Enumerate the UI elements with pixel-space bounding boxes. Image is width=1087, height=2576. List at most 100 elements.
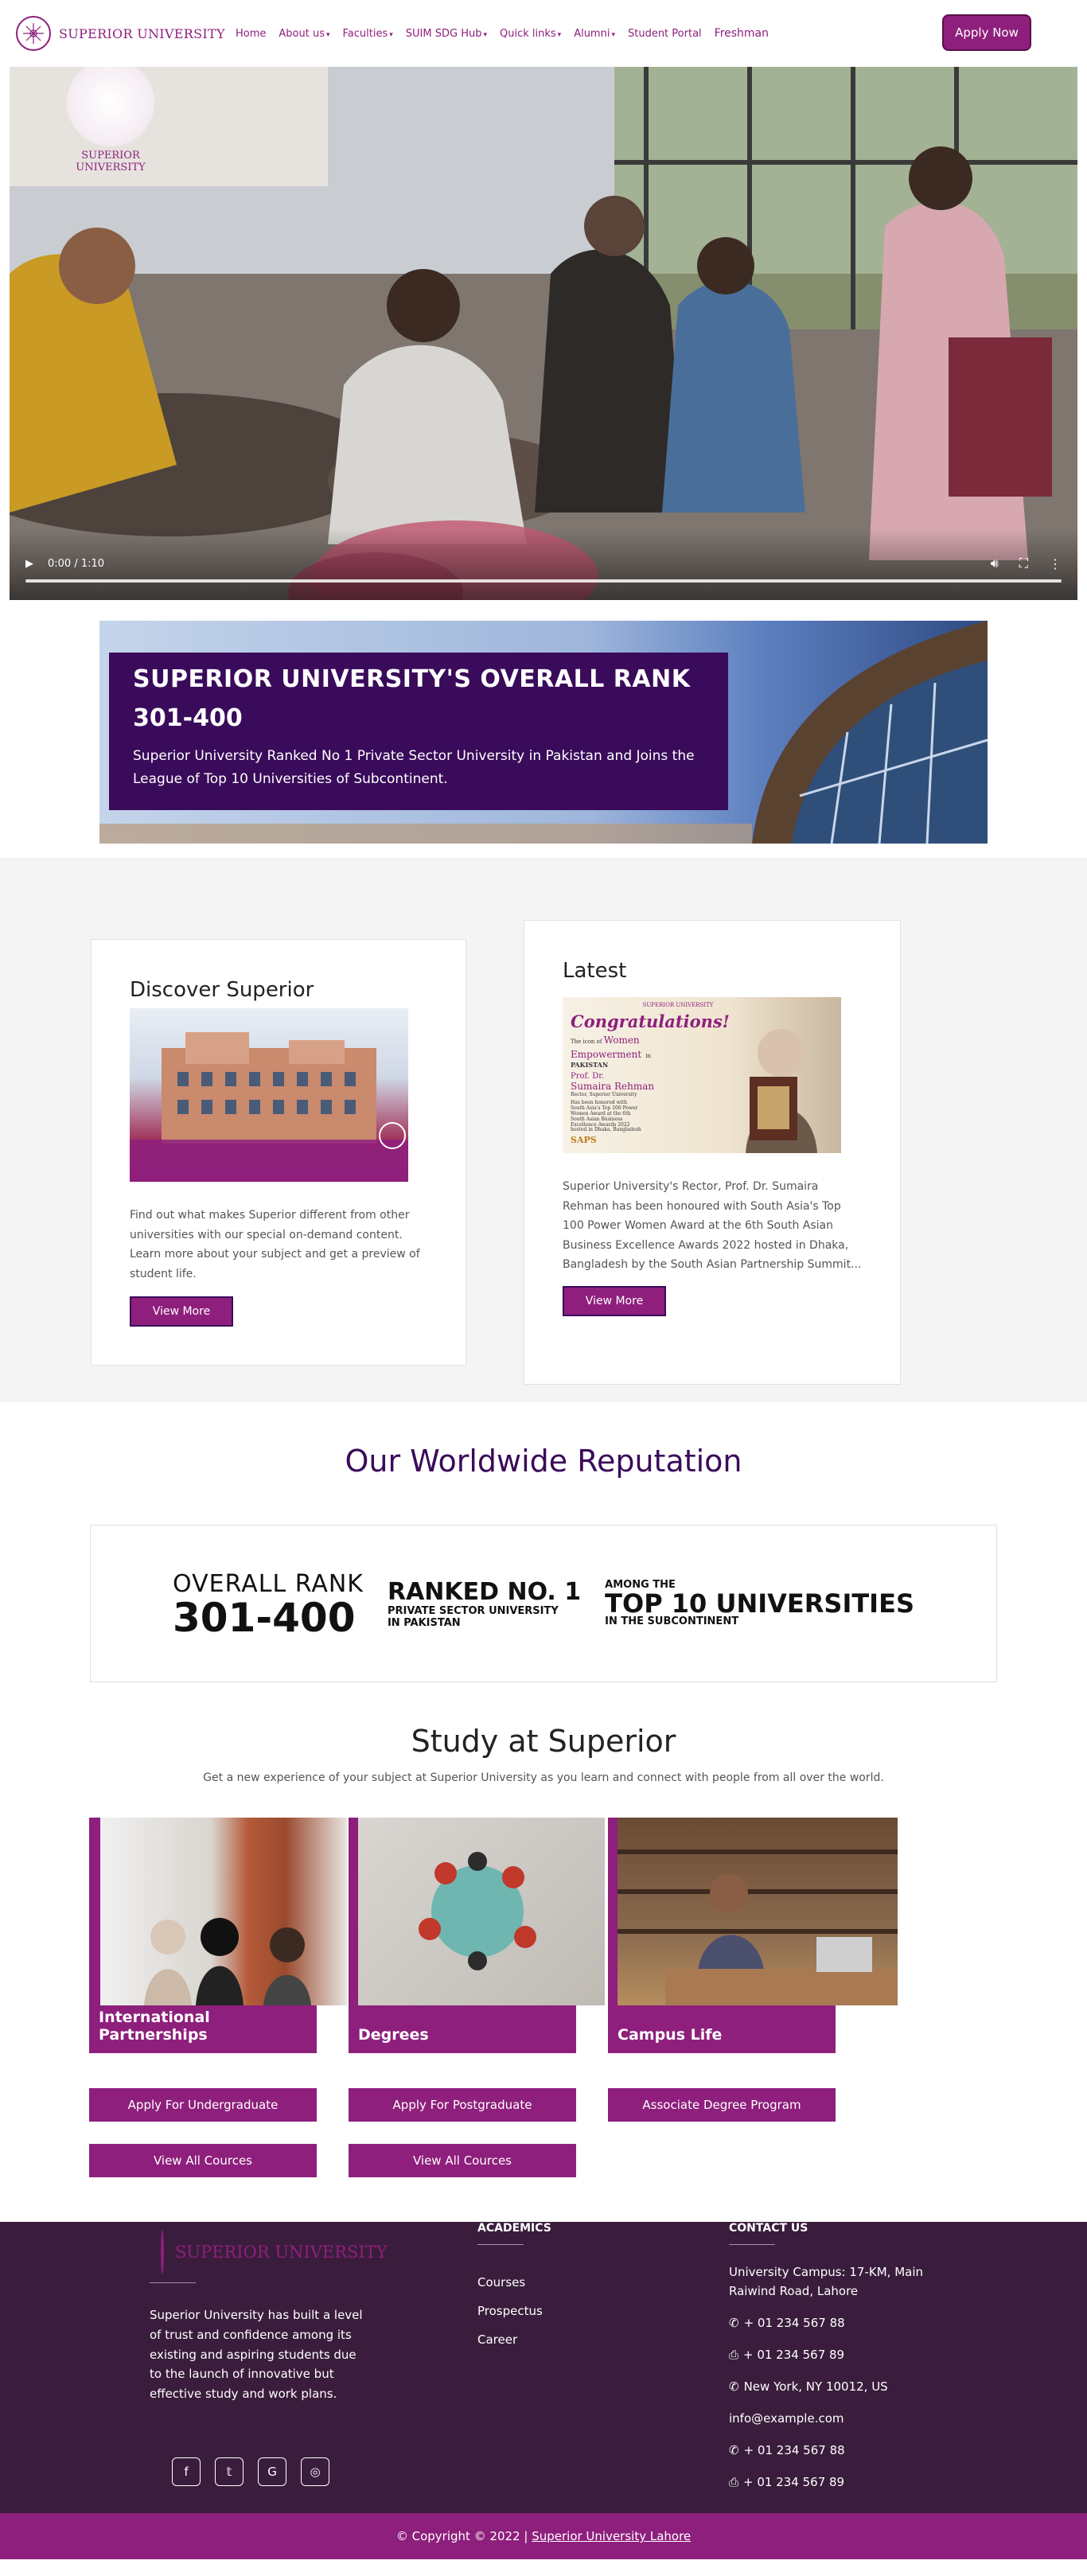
contact-divider <box>729 2244 775 2245</box>
hero-video[interactable]: SUPERIOR UNIVERSITY ▶ 0:00 / 1:10 🔊︎ ⛶ ⋮ <box>10 67 1077 600</box>
study-buttons-row-2: View All Cources View All Cources <box>0 2144 1087 2200</box>
apply-undergraduate-button[interactable]: Apply For Undergraduate <box>89 2088 317 2122</box>
facebook-icon[interactable]: f <box>172 2457 201 2486</box>
study-section: Study at Superior Get a new experience o… <box>0 1724 1087 2200</box>
latest-image-role: Rector, Superior University <box>571 1092 637 1097</box>
view-all-courses-button[interactable]: View All Cources <box>349 2144 576 2177</box>
instagram-icon[interactable]: ◎ <box>301 2457 329 2486</box>
footer-logo-emblem-icon <box>161 2230 164 2274</box>
contact-email[interactable]: info@example.com <box>729 2409 936 2428</box>
latest-image-line5: PAKISTAN <box>571 1061 609 1069</box>
copyright-link[interactable]: Superior University Lahore <box>532 2529 691 2543</box>
nav-home[interactable]: Home <box>229 28 272 40</box>
footer: SUPERIOR UNIVERSITY Superior University … <box>0 2222 1087 2513</box>
latest-image-line4: in <box>645 1053 652 1059</box>
latest-image-saps: SAPS <box>571 1135 597 1146</box>
latest-image-name1: Prof. Dr. <box>571 1072 605 1081</box>
rank-title: SUPERIOR UNIVERSITY'S OVERALL RANK <box>133 665 691 693</box>
latest-image-heading: Congratulations! <box>571 1011 730 1031</box>
rank-section: SUPERIOR UNIVERSITY'S OVERALL RANK 301-4… <box>0 600 1087 858</box>
print-icon: ⎙ <box>729 2475 739 2489</box>
nav-freshman[interactable]: Freshman <box>708 27 775 40</box>
reputation-title: Our Worldwide Reputation <box>345 1444 742 1479</box>
contact-location: ✆ New York, NY 10012, US <box>729 2377 936 2396</box>
contact-phone-1: ✆ + 01 234 567 88 <box>729 2313 936 2332</box>
discover-card: Discover Superior Find out what makes Su… <box>91 939 466 1366</box>
volume-icon[interactable]: 🔊︎ <box>991 555 999 571</box>
video-time: 0:00 / 1:10 <box>48 557 105 570</box>
overall-rank-label: OVERALL RANK <box>173 1569 364 1598</box>
academics-divider <box>477 2244 524 2245</box>
footer-link-prospectus[interactable]: Prospectus <box>477 2304 551 2318</box>
phone-icon: ✆ <box>729 2316 739 2330</box>
discover-title: Discover Superior <box>130 978 314 1002</box>
footer-about: SUPERIOR UNIVERSITY Superior University … <box>150 2230 388 2404</box>
overall-rank-block: OVERALL RANK 301-400 <box>173 1570 364 1638</box>
latest-image-line1: The icon of <box>571 1039 602 1045</box>
caret-down-icon: ▾ <box>611 30 615 39</box>
study-subtitle: Get a new experience of your subject at … <box>203 1771 884 1784</box>
video-logo-emblem-icon <box>67 67 154 146</box>
discover-campus-image <box>130 1008 408 1182</box>
nav-faculties[interactable]: Faculties ▾ <box>337 28 399 40</box>
top10-block: AMONG THE TOP 10 UNIVERSITIES IN THE SUB… <box>605 1579 914 1628</box>
footer-logo-text: SUPERIOR UNIVERSITY <box>175 2243 388 2262</box>
copyright-text: © Copyright © 2022 | <box>395 2529 528 2543</box>
footer-link-career[interactable]: Career <box>477 2332 551 2347</box>
latest-image-name2: Sumaira Rehman <box>571 1081 655 1092</box>
nav-sdg-hub[interactable]: SUIM SDG Hub ▾ <box>399 28 493 40</box>
caret-down-icon: ▾ <box>557 30 562 39</box>
study-card-campus-life[interactable]: Campus Life <box>608 1818 898 2053</box>
site-logo[interactable]: SUPERIOR UNIVERSITY <box>16 16 229 51</box>
overall-rank-value: 301-400 <box>173 1594 356 1641</box>
social-links: f 𝕥 G ◎ <box>172 2457 329 2486</box>
discover-view-more-button[interactable]: View More <box>130 1296 233 1327</box>
latest-image-line3: Empowerment <box>571 1049 642 1060</box>
rank-banner: SUPERIOR UNIVERSITY'S OVERALL RANK 301-4… <box>99 621 988 844</box>
footer-academics: ACADEMICS Courses Prospectus Career <box>477 2222 551 2347</box>
video-progress-bar[interactable] <box>25 579 1062 583</box>
phone-icon: ✆ <box>729 2443 739 2457</box>
study-card-degrees[interactable]: Degrees <box>349 1818 605 2053</box>
google-icon[interactable]: G <box>258 2457 286 2486</box>
phone-icon: ✆ <box>729 2379 739 2394</box>
apply-now-button[interactable]: Apply Now <box>942 14 1031 51</box>
caret-down-icon: ▾ <box>389 30 393 39</box>
video-watermark-logo: SUPERIOR UNIVERSITY <box>59 67 162 173</box>
nav-student-portal[interactable]: Student Portal <box>621 28 708 40</box>
caret-down-icon: ▾ <box>483 30 487 39</box>
fullscreen-icon[interactable]: ⛶ <box>1019 555 1028 571</box>
nav-alumni[interactable]: Alumni ▾ <box>567 28 621 40</box>
latest-image-logo: SUPERIOR UNIVERSITY <box>642 1002 714 1008</box>
top10-heading: TOP 10 UNIVERSITIES <box>605 1588 914 1619</box>
latest-text: Superior University's Rector, Prof. Dr. … <box>563 1180 862 1271</box>
twitter-icon[interactable]: 𝕥 <box>215 2457 244 2486</box>
study-card-label: International Partnerships <box>99 2009 210 2044</box>
play-icon[interactable]: ▶ <box>25 558 33 570</box>
latest-view-more-button[interactable]: View More <box>563 1285 666 1316</box>
degrees-image <box>358 1818 605 2005</box>
footer-about-text: Superior University has built a level of… <box>150 2308 363 2401</box>
more-options-icon[interactable]: ⋮ <box>1049 556 1062 571</box>
study-cards: International Partnerships Degrees Campu… <box>0 1818 1087 2088</box>
logo-emblem-icon <box>16 16 51 51</box>
nav-about-us[interactable]: About us ▾ <box>272 28 336 40</box>
footer-link-courses[interactable]: Courses <box>477 2275 551 2290</box>
print-icon: ⎙ <box>729 2348 739 2362</box>
top-navbar: SUPERIOR UNIVERSITY Home About us ▾ Facul… <box>0 0 1087 67</box>
associate-degree-button[interactable]: Associate Degree Program <box>608 2088 836 2122</box>
study-card-label: Campus Life <box>618 2026 723 2044</box>
view-all-courses-button[interactable]: View All Cources <box>89 2144 317 2177</box>
academics-heading: ACADEMICS <box>477 2222 551 2235</box>
logo-text: SUPERIOR UNIVERSITY <box>59 25 225 41</box>
rank-description: Superior University Ranked No 1 Private … <box>133 748 695 787</box>
footer-contact: CONTACT US University Campus: 17-KM, Mai… <box>729 2222 936 2492</box>
reputation-section: Our Worldwide Reputation OVERALL RANK 30… <box>0 1402 1087 1682</box>
contact-fax-2: ⎙ + 01 234 567 89 <box>729 2473 936 2492</box>
apply-postgraduate-button[interactable]: Apply For Postgraduate <box>349 2088 576 2122</box>
study-title: Study at Superior <box>411 1724 676 1759</box>
footer-divider <box>150 2282 196 2283</box>
study-card-international-partnerships[interactable]: International Partnerships <box>89 1818 347 2053</box>
latest-news-image: SUPERIOR UNIVERSITY Congratulations! The… <box>563 997 841 1153</box>
nav-quick-links[interactable]: Quick links ▾ <box>493 28 567 40</box>
